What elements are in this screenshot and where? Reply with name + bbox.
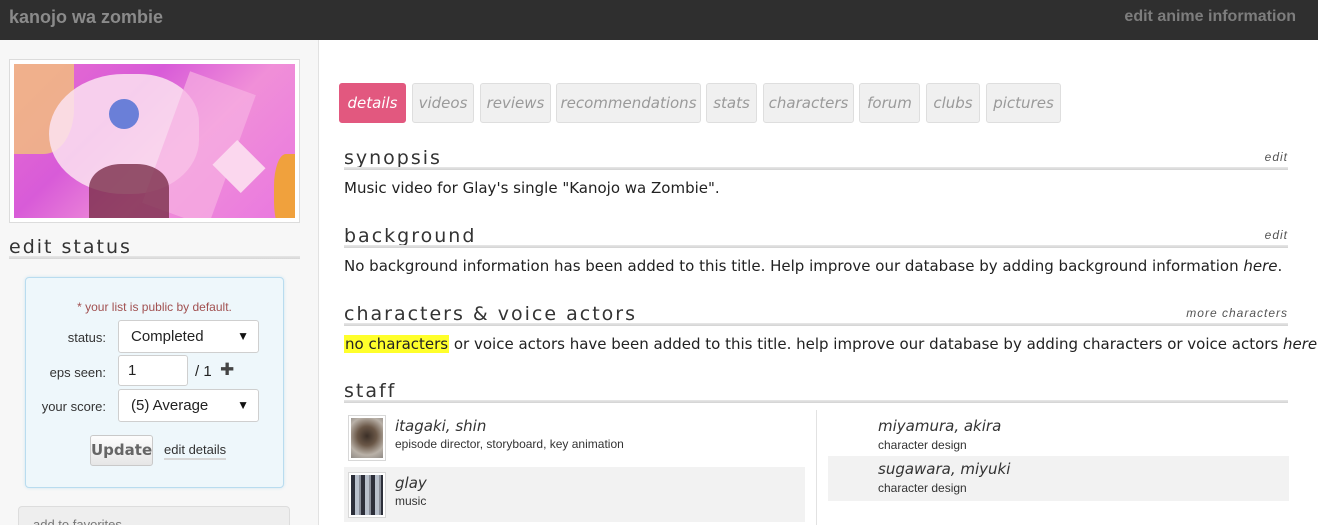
dropdown-arrow-icon: ▼ <box>237 329 249 343</box>
tab-stats[interactable]: stats <box>706 83 757 123</box>
eps-seen-input[interactable]: 1 <box>118 355 188 386</box>
characters-text: or voice actors have been added to this … <box>449 335 1284 353</box>
staff-role: episode director, storyboard, key animat… <box>395 437 624 451</box>
staff-row: glay music <box>344 467 805 522</box>
left-sidebar: edit status * your list is public by def… <box>0 40 319 525</box>
background-paragraph: No background information has been added… <box>344 257 1283 275</box>
synopsis-divider <box>344 167 1288 170</box>
add-to-favorites-button[interactable]: add to favorites <box>18 506 290 525</box>
status-select[interactable]: Completed ▼ <box>118 320 259 353</box>
staff-heading: staff <box>344 380 397 402</box>
anime-title: kanojo wa zombie <box>9 7 164 27</box>
staff-row: sugawara, miyuki character design <box>828 456 1289 501</box>
edit-status-heading: edit status <box>9 236 132 258</box>
synopsis-edit-link[interactable]: edit <box>1265 150 1288 164</box>
cover-image[interactable] <box>9 59 300 223</box>
public-list-note: * your list is public by default. <box>77 300 232 314</box>
staff-row: itagaki, shin episode director, storyboa… <box>344 410 805 465</box>
background-heading: background <box>344 225 477 247</box>
tab-characters[interactable]: characters <box>763 83 854 123</box>
your-score-label: your score: <box>41 399 106 414</box>
characters-paragraph: no characters or voice actors have been … <box>344 335 1318 353</box>
characters-here-link[interactable]: here <box>1283 335 1317 353</box>
synopsis-text: Music video for Glay's single "Kanojo wa… <box>344 179 720 197</box>
staff-name-link[interactable]: itagaki, shin <box>395 417 486 435</box>
characters-divider <box>344 323 1288 326</box>
score-select[interactable]: (5) Average ▼ <box>118 389 259 422</box>
staff-role: character design <box>878 481 967 495</box>
staff-role: character design <box>878 438 967 452</box>
staff-photo[interactable] <box>348 472 386 518</box>
dropdown-arrow-icon: ▼ <box>237 398 249 412</box>
staff-list-left: itagaki, shin episode director, storyboa… <box>344 410 805 522</box>
increment-plus-icon[interactable]: ✚ <box>220 360 234 380</box>
staff-divider <box>344 400 1288 403</box>
background-text: No background information has been added… <box>344 257 1244 275</box>
staff-column-divider <box>816 410 817 525</box>
status-label: status: <box>67 330 106 345</box>
staff-row: miyamura, akira character design <box>828 413 1289 458</box>
update-button[interactable]: Update <box>90 435 153 466</box>
cover-artwork <box>14 64 295 218</box>
edit-anime-information-link[interactable]: edit anime information <box>1124 8 1296 26</box>
staff-name-link[interactable]: glay <box>395 474 427 492</box>
tab-videos[interactable]: videos <box>412 83 474 123</box>
tab-reviews[interactable]: reviews <box>480 83 551 123</box>
staff-role: music <box>395 494 427 508</box>
no-characters-highlight: no characters <box>344 335 450 353</box>
background-here-link[interactable]: here <box>1243 257 1277 275</box>
tab-recommendations[interactable]: recommendations <box>556 83 701 123</box>
eps-seen-label: eps seen: <box>49 365 106 380</box>
synopsis-heading: synopsis <box>344 147 442 169</box>
staff-name-link[interactable]: sugawara, miyuki <box>878 460 1010 478</box>
add-to-favorites-label: add to favorites <box>33 517 122 525</box>
status-box: * your list is public by default. status… <box>25 277 284 488</box>
tab-pictures[interactable]: pictures <box>986 83 1061 123</box>
top-bar: kanojo wa zombie edit anime information <box>0 0 1318 40</box>
background-edit-link[interactable]: edit <box>1265 228 1288 242</box>
tab-clubs[interactable]: clubs <box>926 83 980 123</box>
more-characters-link[interactable]: more characters <box>1186 306 1288 320</box>
edit-details-link[interactable]: edit details <box>164 442 227 460</box>
background-divider <box>344 245 1288 248</box>
eps-total: / 1 <box>195 363 212 380</box>
score-value: (5) Average <box>131 397 209 414</box>
edit-status-divider <box>9 256 300 259</box>
tab-details[interactable]: details <box>339 83 406 123</box>
staff-name-link[interactable]: miyamura, akira <box>878 417 1001 435</box>
status-value: Completed <box>131 328 204 345</box>
tab-forum[interactable]: forum <box>859 83 920 123</box>
characters-heading: characters & voice actors <box>344 303 637 325</box>
staff-photo[interactable] <box>348 415 386 461</box>
